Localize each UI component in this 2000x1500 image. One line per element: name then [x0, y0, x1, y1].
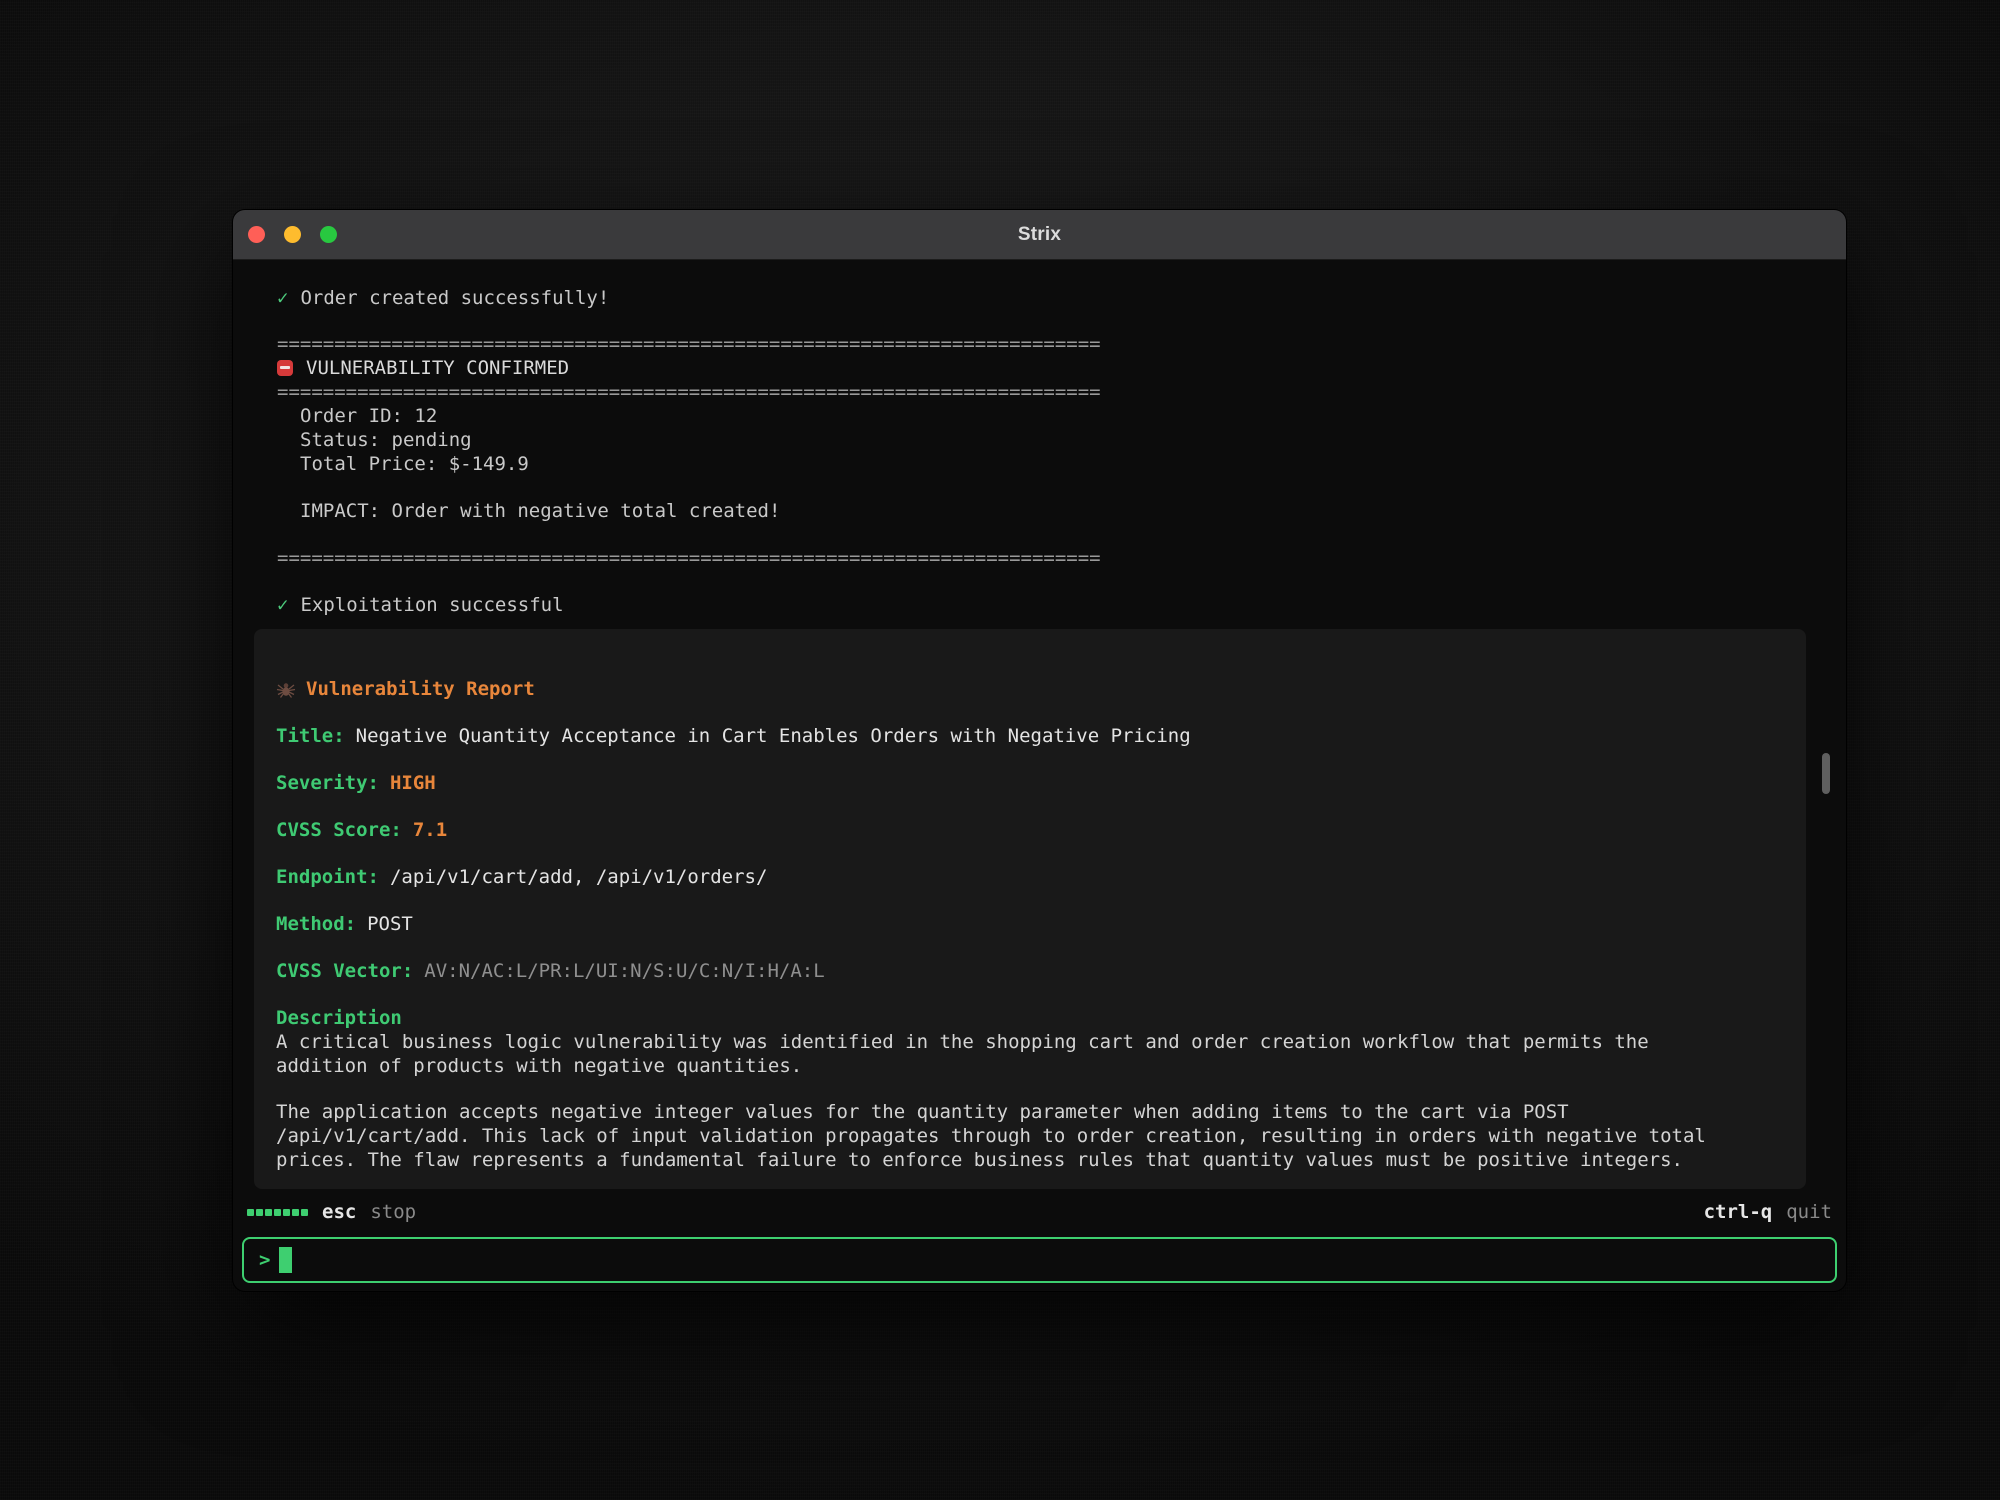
cvss-vector-value: AV:N/AC:L/PR:L/UI:N/S:U/C:N/I:H/A:L — [424, 960, 824, 982]
close-button[interactable] — [248, 226, 265, 243]
status-bar: esc stop ctrl-q quit — [233, 1198, 1846, 1226]
order-success-text: Order created successfully! — [300, 287, 609, 309]
status-right: ctrl-q quit — [1704, 1201, 1832, 1223]
severity-value: HIGH — [390, 772, 436, 794]
separator-line: ========================================… — [277, 332, 1802, 356]
stop-icon — [277, 360, 293, 376]
report-severity-line: Severity: HIGH — [276, 771, 1784, 795]
report-endpoint-line: Endpoint: /api/v1/cart/add, /api/v1/order… — [276, 865, 1784, 889]
scrollbar-thumb[interactable] — [1822, 753, 1830, 794]
title-label: Title: — [276, 725, 345, 747]
vulnerability-confirmed-line: VULNERABILITY CONFIRMED — [277, 356, 1802, 380]
text-cursor — [279, 1247, 292, 1273]
title-value: Negative Quantity Acceptance in Cart Ena… — [356, 725, 1191, 747]
endpoint-label: Endpoint: — [276, 866, 379, 888]
report-cvss-vector-line: CVSS Vector: AV:N/AC:L/PR:L/UI:N/S:U/C:N/… — [276, 959, 1784, 983]
cvss-score-label: CVSS Score: — [276, 819, 402, 841]
exploitation-text: Exploitation successful — [300, 594, 563, 616]
method-label: Method: — [276, 913, 356, 935]
window-titlebar[interactable]: Strix — [233, 210, 1846, 260]
method-value: POST — [367, 913, 413, 935]
order-id-line: Order ID: 12 — [277, 404, 1802, 428]
separator-line: ========================================… — [277, 546, 1802, 570]
endpoint-value: /api/v1/cart/add, /api/v1/orders/ — [390, 866, 768, 888]
separator-line: ========================================… — [277, 380, 1802, 404]
vulnerability-report-panel: Vulnerability Report Title: Negative Quan… — [254, 629, 1806, 1189]
check-icon: ✓ — [277, 594, 288, 616]
exploitation-line: ✓ Exploitation successful — [277, 593, 1802, 617]
status-left: esc stop — [247, 1201, 416, 1223]
order-status-line: Status: pending — [277, 428, 1802, 452]
total-price-line: Total Price: $-149.9 — [277, 452, 1802, 476]
report-title-line: Title: Negative Quantity Acceptance in Ca… — [276, 724, 1784, 748]
report-method-line: Method: POST — [276, 912, 1784, 936]
cvss-vector-label: CVSS Vector: — [276, 960, 413, 982]
terminal-output: ✓ Order created successfully! ===========… — [233, 260, 1846, 1196]
description-heading: Description — [276, 1006, 1784, 1030]
vulnerability-confirmed-text: VULNERABILITY CONFIRMED — [306, 357, 569, 379]
impact-line: IMPACT: Order with negative total create… — [277, 499, 1802, 523]
severity-label: Severity: — [276, 772, 379, 794]
spider-icon — [276, 680, 296, 698]
traffic-lights — [248, 210, 337, 259]
activity-spinner-blocks — [247, 1209, 308, 1216]
quit-action-hint: quit — [1786, 1201, 1832, 1223]
report-header-text: Vulnerability Report — [306, 678, 535, 700]
report-header-line: Vulnerability Report — [276, 677, 1784, 701]
check-icon: ✓ — [277, 287, 288, 309]
command-input[interactable]: > — [242, 1237, 1837, 1283]
cvss-score-value: 7.1 — [413, 819, 447, 841]
description-paragraph-1: A critical business logic vulnerability … — [276, 1030, 1736, 1078]
report-cvss-score-line: CVSS Score: 7.1 — [276, 818, 1784, 842]
strix-window: Strix ✓ Order created successfully! =====… — [233, 210, 1846, 1291]
description-paragraph-2: The application accepts negative integer… — [276, 1100, 1736, 1172]
desktop-background: Strix ✓ Order created successfully! =====… — [0, 0, 2000, 1500]
zoom-button[interactable] — [320, 226, 337, 243]
minimize-button[interactable] — [284, 226, 301, 243]
input-prompt: > — [259, 1249, 270, 1271]
esc-key-hint: esc — [322, 1201, 356, 1223]
quit-key-hint: ctrl-q — [1704, 1201, 1773, 1223]
order-success-line: ✓ Order created successfully! — [277, 286, 1802, 310]
esc-action-hint: stop — [370, 1201, 416, 1223]
window-title: Strix — [1018, 224, 1061, 246]
